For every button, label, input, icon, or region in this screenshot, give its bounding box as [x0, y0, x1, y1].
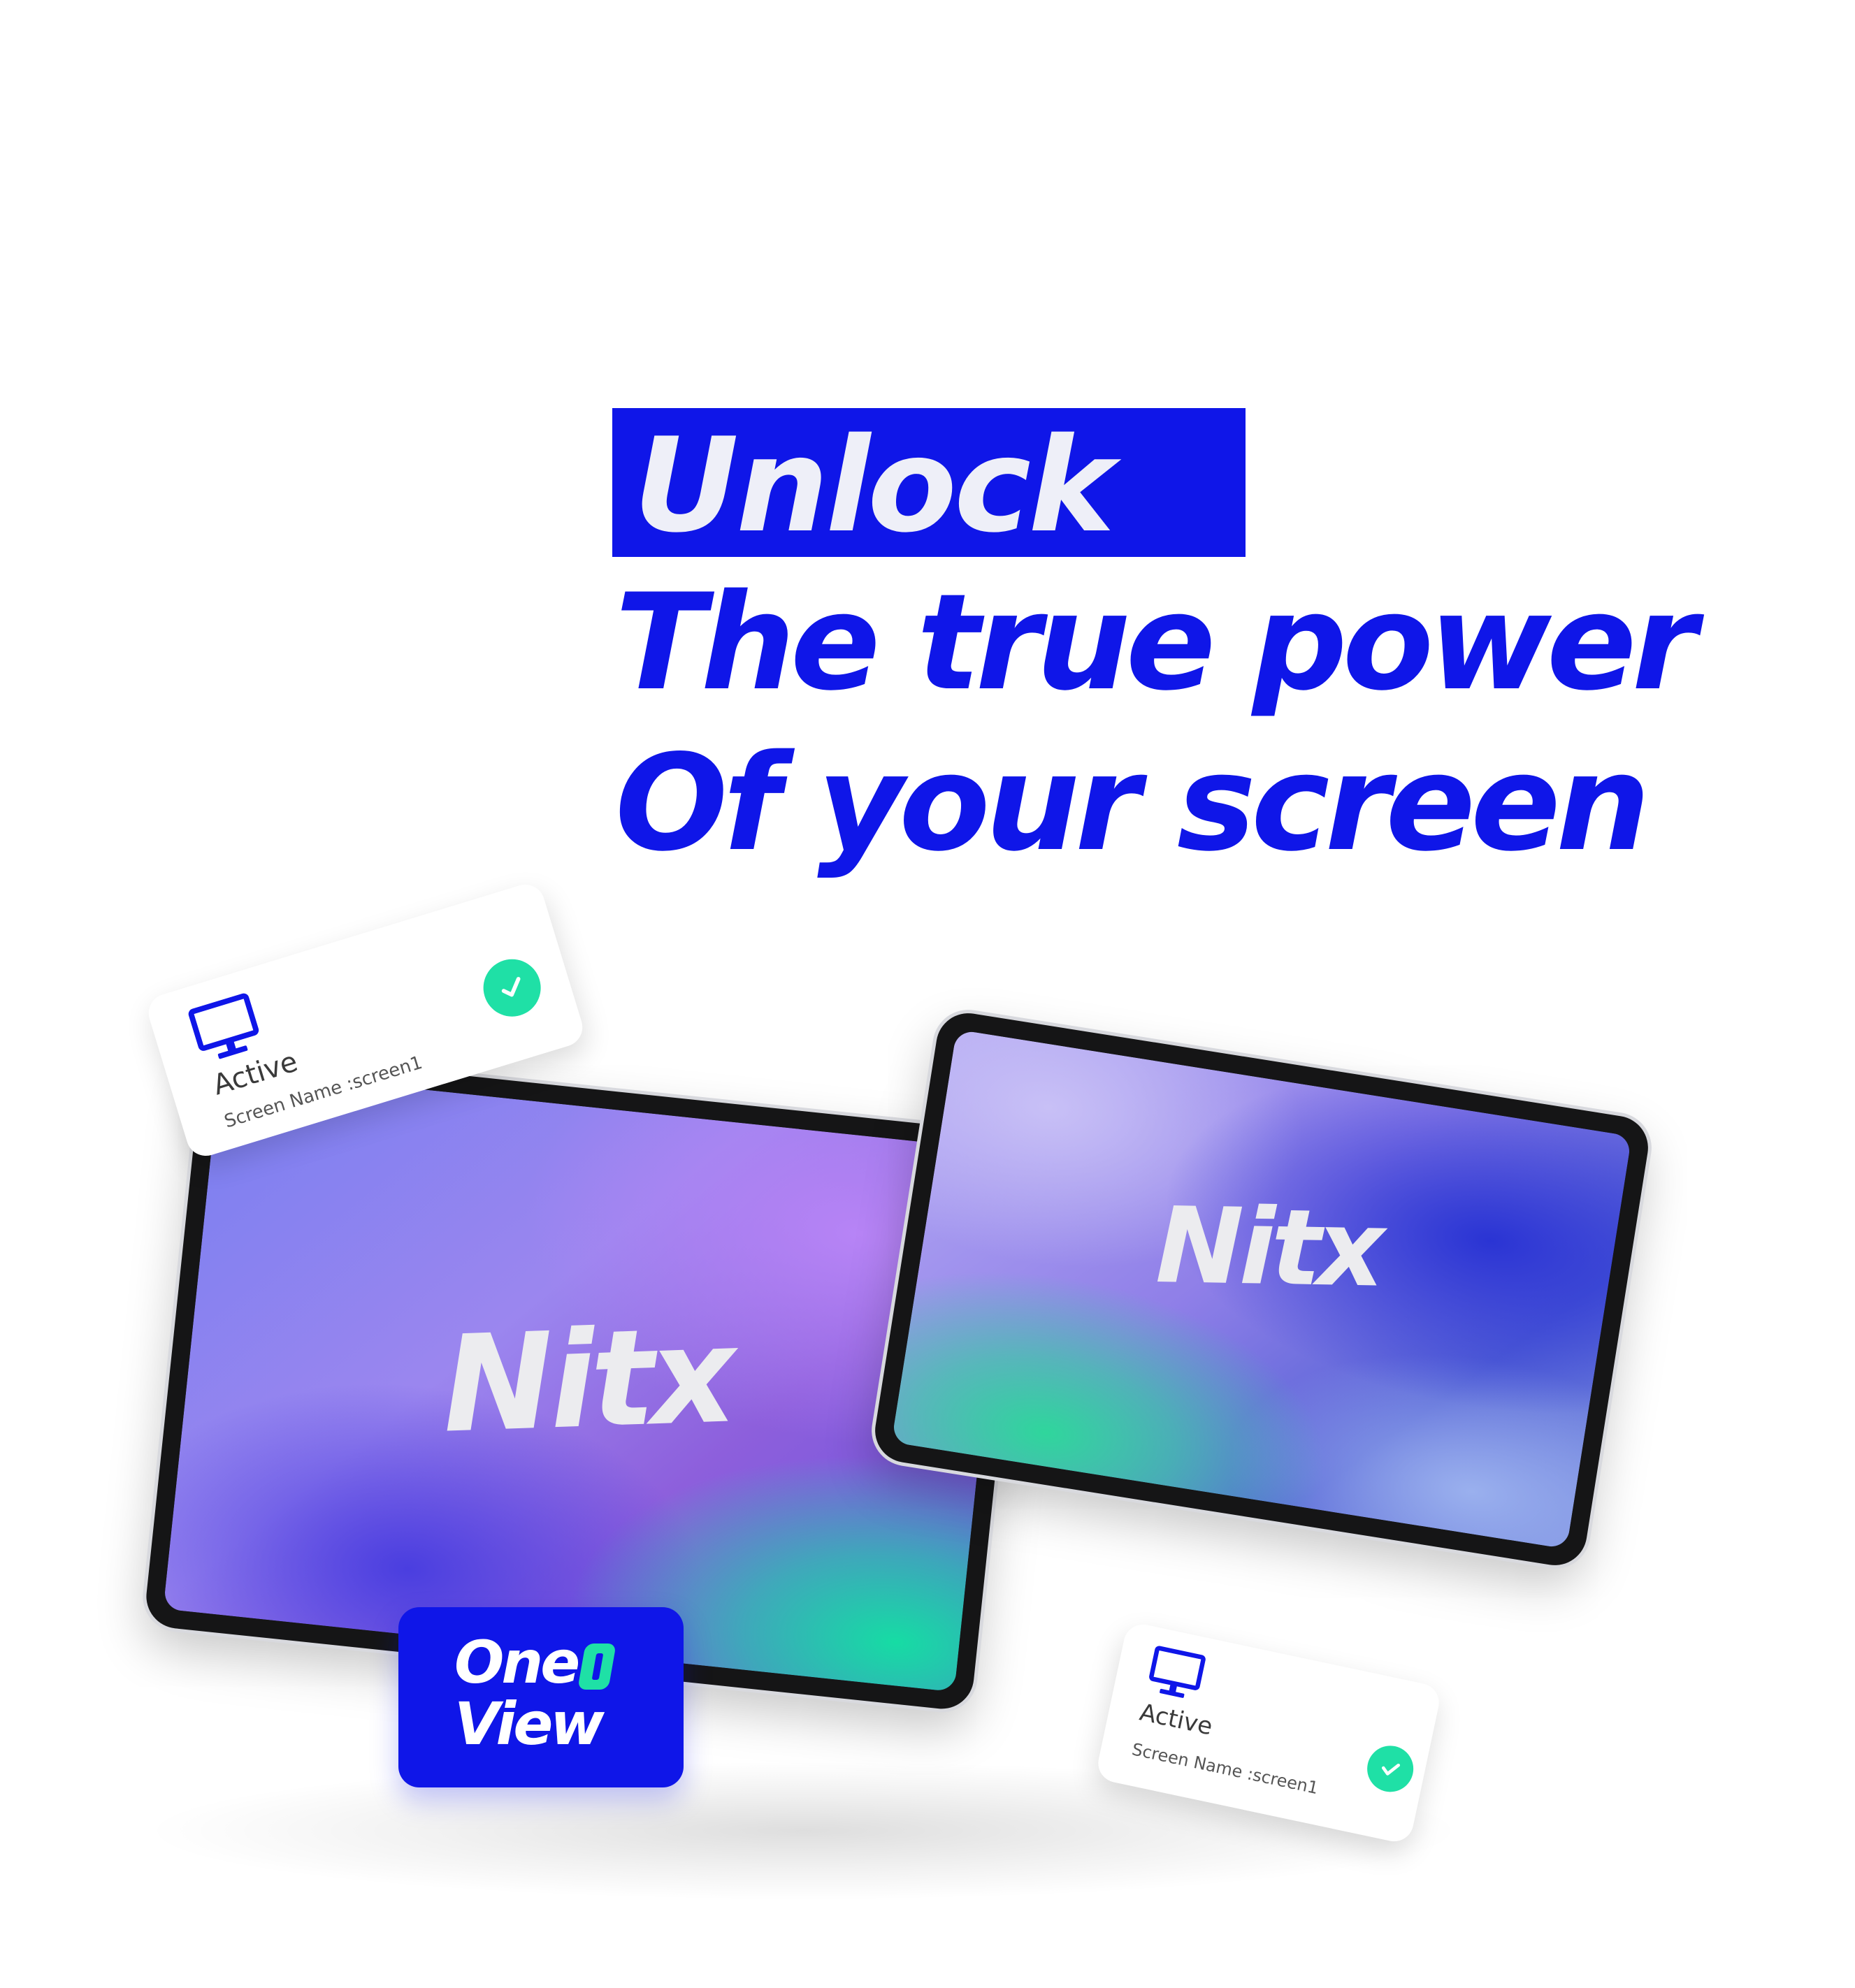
card-status-label: Active — [1137, 1698, 1215, 1741]
headline-unlock: Unlock — [633, 409, 1115, 561]
check-icon — [476, 952, 548, 1024]
headline-line-2: The true power — [615, 565, 1697, 720]
oneview-logo-badge: One View — [398, 1607, 684, 1787]
headline-line-3: Of your screen — [615, 726, 1650, 880]
tablet-right-screen: Nitx — [891, 1029, 1632, 1549]
card-screen-name: Screen Name :screen1 — [1130, 1739, 1320, 1799]
nitx-logo: Nitx — [440, 1298, 735, 1463]
nitx-logo: Nitx — [1155, 1184, 1382, 1311]
oneview-mark-icon — [577, 1644, 616, 1690]
oneview-word-one: One — [454, 1628, 580, 1697]
monitor-icon — [1149, 1646, 1206, 1698]
check-icon — [1362, 1741, 1418, 1797]
oneview-word-view: View — [454, 1690, 605, 1758]
